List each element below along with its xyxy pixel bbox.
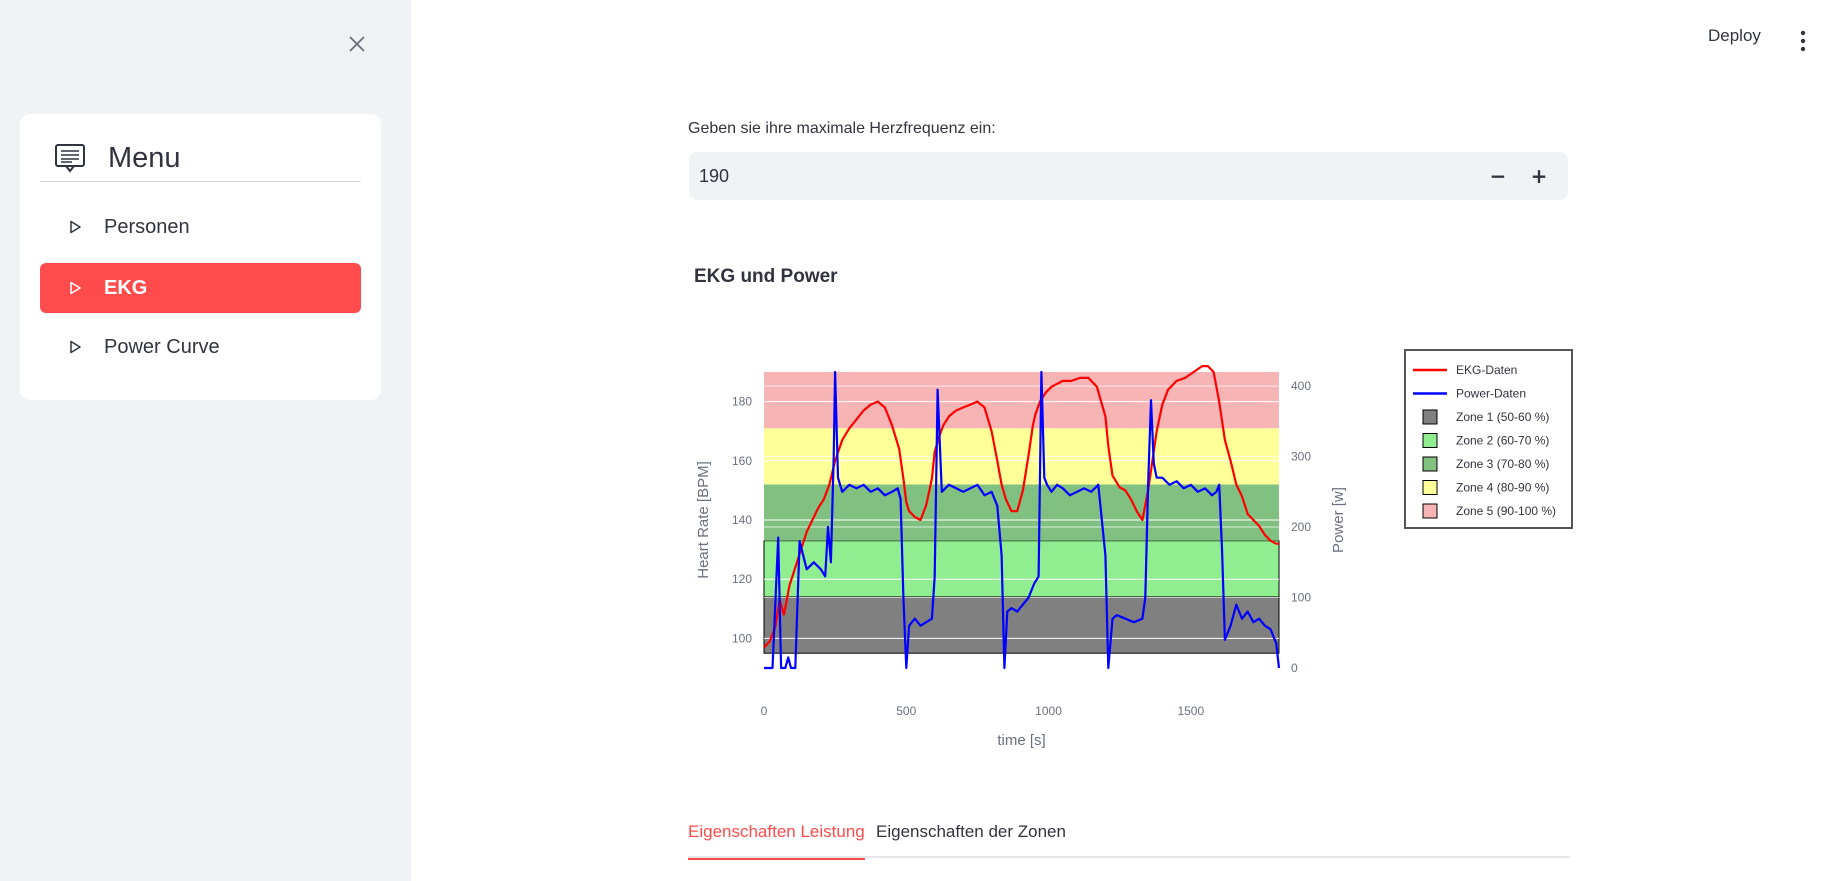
tab-eigenschaften-zonen[interactable]: Eigenschaften der Zonen	[876, 822, 1066, 858]
sidebar-item-label: Personen	[104, 215, 190, 238]
play-icon	[70, 220, 81, 234]
zone-band-2	[763, 540, 1280, 598]
legend-entry: Zone 4 (80-90 %)	[1456, 481, 1549, 495]
y2-tick-label: 100	[1291, 591, 1311, 605]
x-axis-title: time [s]	[997, 732, 1045, 749]
legend-entry: Zone 5 (90-100 %)	[1456, 504, 1556, 518]
tab-bar: Eigenschaften Leistung Eigenschaften der…	[688, 816, 1570, 860]
y-tick-label: 120	[732, 572, 752, 586]
chart-title: EKG und Power	[694, 266, 838, 287]
tab-eigenschaften-leistung[interactable]: Eigenschaften Leistung	[688, 822, 865, 860]
menu-list-icon	[54, 142, 86, 174]
legend-entry: EKG-Daten	[1456, 363, 1517, 377]
y-tick-label: 180	[732, 395, 752, 409]
y2-axis-title: Power [w]	[1330, 487, 1347, 553]
legend-entry: Zone 1 (50-60 %)	[1456, 410, 1549, 424]
y2-tick-label: 200	[1291, 520, 1311, 534]
y2-tick-label: 300	[1291, 450, 1311, 464]
legend-swatch-zone	[1422, 456, 1438, 472]
deploy-button[interactable]: Deploy	[1708, 26, 1761, 46]
sidebar-item-label: EKG	[104, 276, 148, 299]
menu-title: Menu	[108, 142, 181, 174]
play-icon	[70, 281, 81, 295]
max-hr-number-input: − +	[689, 152, 1568, 200]
x-tick-label: 0	[761, 704, 768, 718]
x-tick-label: 500	[896, 704, 916, 718]
sidebar: Menu Personen EKG Power Curve	[0, 0, 411, 881]
x-tick-label: 1500	[1177, 704, 1204, 718]
more-options-icon[interactable]	[1796, 30, 1810, 52]
legend-entry: Zone 2 (60-70 %)	[1456, 434, 1549, 448]
zone-band-5	[764, 372, 1279, 429]
legend-swatch-zone	[1422, 433, 1438, 448]
y-axis-title: Heart Rate [BPM]	[695, 461, 712, 579]
y-tick-label: 160	[732, 454, 752, 468]
decrement-button[interactable]: −	[1480, 158, 1516, 194]
y-tick-label: 100	[732, 631, 752, 645]
sidebar-item-ekg[interactable]: EKG	[40, 263, 361, 313]
hr-input-label: Geben sie ihre maximale Herzfrequenz ein…	[688, 120, 996, 137]
legend-entry: Zone 3 (70-80 %)	[1456, 457, 1549, 471]
sidebar-item-label: Power Curve	[104, 335, 220, 358]
legend-swatch-zone	[1422, 503, 1438, 519]
legend-entry: Power-Daten	[1456, 387, 1526, 401]
sidebar-item-personen[interactable]: Personen	[40, 202, 361, 252]
legend-swatch-zone	[1422, 409, 1438, 425]
legend-swatch-zone	[1422, 480, 1438, 495]
increment-button[interactable]: +	[1521, 158, 1557, 194]
menu-header: Menu	[40, 138, 361, 182]
max-hr-field[interactable]	[699, 158, 1459, 194]
y2-tick-label: 0	[1291, 661, 1298, 675]
play-icon	[70, 340, 81, 354]
ekg-power-chart: 0 500 1000 1500 100 120 140 160 180 0 100 200 300 400…	[695, 349, 1573, 749]
y2-tick-label: 400	[1291, 379, 1311, 393]
close-icon[interactable]	[343, 30, 371, 58]
menu-card: Menu Personen EKG Power Curve	[20, 114, 381, 400]
y-tick-label: 140	[732, 513, 752, 527]
x-tick-label: 1000	[1035, 704, 1062, 718]
sidebar-item-power-curve[interactable]: Power Curve	[40, 322, 361, 372]
